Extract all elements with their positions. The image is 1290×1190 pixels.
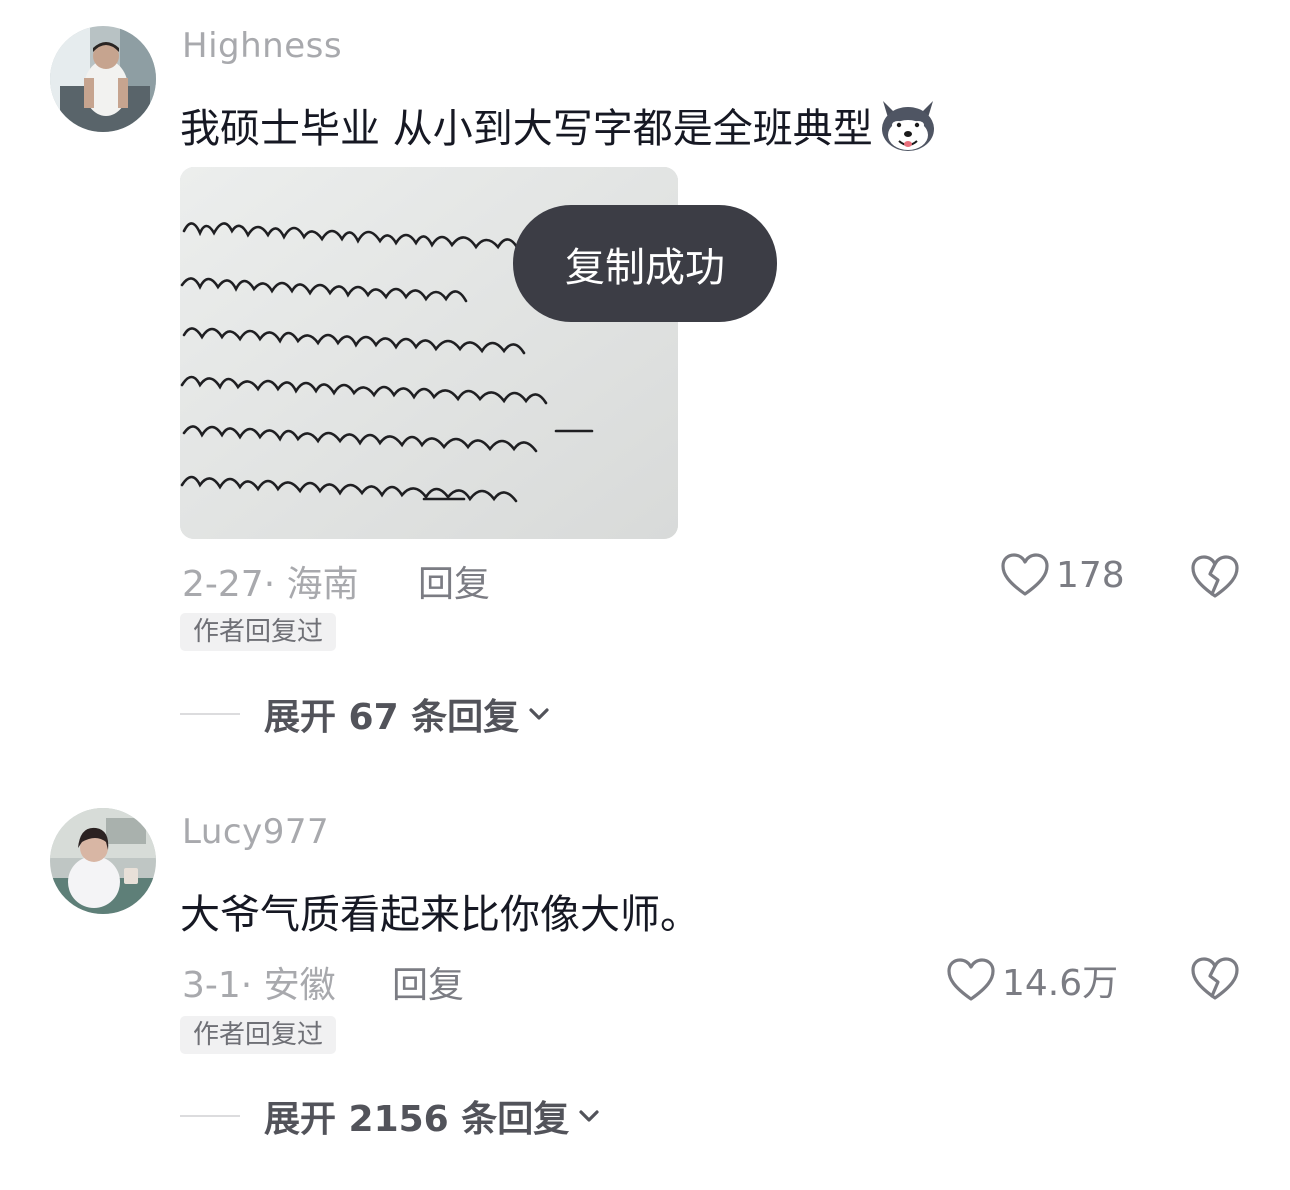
broken-heart-icon xyxy=(1191,555,1239,598)
chevron-down-icon xyxy=(529,708,549,720)
dislike-button[interactable] xyxy=(1190,956,1240,1002)
username[interactable]: Highness xyxy=(182,26,342,66)
author-replied-badge: 作者回复过 xyxy=(180,1016,337,1054)
author-replied-badge: 作者回复过 xyxy=(180,613,337,651)
comment-meta: 3-1· 安徽 xyxy=(182,965,336,1006)
expand-replies-button[interactable]: 展开 2156 条回复 xyxy=(180,1090,601,1142)
avatar[interactable] xyxy=(50,808,156,914)
copy-success-toast: 复制成功 xyxy=(513,205,777,322)
expand-replies-button[interactable]: 展开 67 条回复 xyxy=(180,688,551,740)
reply-button[interactable]: 回复 xyxy=(418,555,490,607)
divider-line xyxy=(180,713,240,715)
expand-replies-label: 展开 67 条回复 xyxy=(264,697,520,738)
comment-text-body: 我硕士毕业 从小到大写字都是全班典型 xyxy=(180,106,873,152)
comment-text-body: 大爷气质看起来比你像大师。 xyxy=(180,892,700,938)
expand-replies-label: 展开 2156 条回复 xyxy=(264,1099,570,1140)
like-count: 14.6万 xyxy=(1002,963,1119,1004)
avatar[interactable] xyxy=(50,26,156,132)
heart-outline-icon xyxy=(1001,553,1049,596)
like-button[interactable]: 178 xyxy=(1000,552,1125,598)
dislike-button[interactable] xyxy=(1190,554,1240,600)
comment-item: Highness 我硕士毕业 从小到大写字都是全班典型 2-27· 海南 回复 … xyxy=(0,0,1290,760)
divider-line xyxy=(180,1115,240,1117)
reply-button[interactable]: 回复 xyxy=(392,956,464,1008)
broken-heart-icon xyxy=(1191,957,1239,1000)
comment-meta: 2-27· 海南 xyxy=(182,564,359,605)
husky-face-icon xyxy=(877,97,939,153)
username[interactable]: Lucy977 xyxy=(182,812,329,852)
comment-item: Lucy977 大爷气质看起来比你像大师。 3-1· 安徽 回复 14.6万 作… xyxy=(0,780,1290,1180)
comment-text: 大爷气质看起来比你像大师。 xyxy=(180,882,700,940)
heart-outline-icon xyxy=(947,958,995,1001)
like-button[interactable]: 14.6万 xyxy=(946,954,1118,1006)
like-count: 178 xyxy=(1056,554,1125,596)
chevron-down-icon xyxy=(579,1110,599,1122)
comment-text: 我硕士毕业 从小到大写字都是全班典型 xyxy=(180,96,939,154)
